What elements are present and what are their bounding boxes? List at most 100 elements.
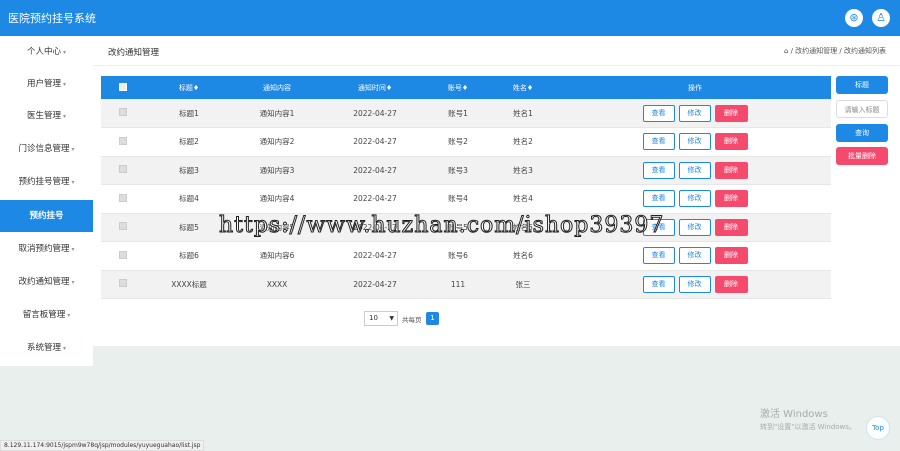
sidebar-item-doctors[interactable]: 医生管理 ▾ <box>0 100 93 132</box>
crosshair-icon[interactable]: ⊛ <box>845 9 863 27</box>
row-checkbox[interactable] <box>119 250 127 259</box>
cell-account: 账号1 <box>448 108 468 118</box>
cell-actions: 查看 修改 删除 <box>559 99 831 128</box>
chevron-down-icon: ▾ <box>71 179 75 186</box>
status-bar-url: 8.129.11.174:9015/jspm9w78q/jsp/modules/… <box>0 440 205 451</box>
cell-actions: 查看 修改 删除 <box>559 242 831 271</box>
view-button[interactable]: 查看 <box>642 133 675 151</box>
cell-actions: 查看 修改 删除 <box>559 156 831 185</box>
sidebar-item-system[interactable]: 系统管理 ▾ <box>0 332 93 364</box>
column-header-account[interactable]: 账号♦ <box>429 76 487 99</box>
title-search-input[interactable]: 请输入标题 <box>836 100 888 118</box>
sidebar-item-appointment-mgmt[interactable]: 预约挂号管理 ▾ <box>0 166 93 198</box>
sidebar-item-cancel-appointment[interactable]: 取消预约管理 ▾ <box>0 233 93 265</box>
cell-actions: 查看 修改 删除 <box>559 128 831 157</box>
row-checkbox[interactable] <box>119 136 127 145</box>
batch-delete-button[interactable]: 批量删除 <box>836 147 888 165</box>
cell-time: 2022-04-27 <box>353 194 397 204</box>
row-checkbox[interactable] <box>119 108 127 116</box>
user-icon[interactable]: ♙ <box>872 9 890 27</box>
notice-table: 标题♦ 通知内容 通知时间♦ 账号♦ 姓名♦ 操作 标题1 通知内容1 2022… <box>101 76 831 299</box>
top-bar: 医院预约挂号系统 ⊛ ♙ <box>0 0 900 36</box>
delete-button[interactable]: 删除 <box>714 133 748 151</box>
page-size-select[interactable]: 10 ▼ <box>364 311 398 326</box>
cell-name: 姓名6 <box>513 251 533 261</box>
column-header-time[interactable]: 通知时间♦ <box>321 76 429 99</box>
delete-button[interactable]: 删除 <box>714 218 748 236</box>
select-all-checkbox[interactable] <box>119 82 127 91</box>
home-icon[interactable]: ⌂ <box>784 47 788 55</box>
search-button[interactable]: 查询 <box>836 124 888 142</box>
table-row: 标题6 通知内容6 2022-04-27 账号6 姓名6 查看 修改 删除 <box>101 241 831 271</box>
chevron-down-icon: ▾ <box>71 146 75 153</box>
delete-button[interactable]: 删除 <box>714 161 748 179</box>
sidebar-item-clinic-info[interactable]: 门诊信息管理 ▾ <box>0 133 93 165</box>
edit-button[interactable]: 修改 <box>678 104 711 122</box>
column-header-actions: 操作 <box>688 83 702 92</box>
sidebar-item-users[interactable]: 用户管理 ▾ <box>0 68 93 100</box>
chevron-down-icon: ▼ <box>389 315 394 322</box>
cell-account: 账号4 <box>448 194 468 204</box>
title-filter-label: 标题 <box>836 76 888 94</box>
sidebar: 个人中心 ▾ 用户管理 ▾ 医生管理 ▾ 门诊信息管理 ▾ 预约挂号管理 ▾ 预约挂号 取… <box>0 36 93 366</box>
cell-account: 账号3 <box>448 165 468 175</box>
row-checkbox[interactable] <box>119 165 127 174</box>
chevron-down-icon: ▾ <box>71 279 75 286</box>
chevron-down-icon: ▾ <box>63 345 67 352</box>
delete-button[interactable]: 删除 <box>714 247 748 265</box>
table-header-row: 标题♦ 通知内容 通知时间♦ 账号♦ 姓名♦ 操作 <box>101 76 831 99</box>
row-checkbox[interactable] <box>119 193 127 202</box>
cell-content: 通知内容6 <box>259 251 295 261</box>
cell-actions: 查看 修改 删除 <box>559 185 831 214</box>
page-button-current[interactable]: 1 <box>426 312 439 325</box>
edit-button[interactable]: 修改 <box>678 190 711 208</box>
sidebar-item-personal-center[interactable]: 个人中心 ▾ <box>0 36 93 68</box>
view-button[interactable]: 查看 <box>642 161 675 179</box>
edit-button[interactable]: 修改 <box>678 275 711 293</box>
cell-time: 2022-04-27 <box>353 108 397 118</box>
edit-button[interactable]: 修改 <box>678 247 711 265</box>
chevron-down-icon: ▾ <box>67 312 71 319</box>
cell-content: 通知内容3 <box>259 165 295 175</box>
delete-button[interactable]: 删除 <box>714 104 748 122</box>
view-button[interactable]: 查看 <box>642 275 675 293</box>
view-button[interactable]: 查看 <box>642 190 675 208</box>
row-checkbox[interactable] <box>119 222 127 231</box>
edit-button[interactable]: 修改 <box>678 133 711 151</box>
cell-title: 标题3 <box>179 165 199 175</box>
cell-name: 张三 <box>515 279 531 289</box>
sidebar-item-message-board[interactable]: 留言板管理 ▾ <box>0 299 93 331</box>
view-button[interactable]: 查看 <box>642 104 675 122</box>
sidebar-item-reschedule-notice[interactable]: 改约通知管理 ▾ <box>0 266 93 298</box>
chevron-down-icon: ▾ <box>63 113 67 120</box>
sidebar-item-appointment[interactable]: 预约挂号 <box>0 200 93 232</box>
breadcrumb: ⌂ / 改约通知管理 / 改约通知列表 <box>784 46 886 56</box>
row-checkbox[interactable] <box>119 279 127 288</box>
view-button[interactable]: 查看 <box>642 247 675 265</box>
delete-button[interactable]: 删除 <box>714 190 748 208</box>
watermark: https://www.huzhan.com/ishop39397 <box>218 213 665 239</box>
activation-hint: 转到"设置"以激活 Windows。 <box>760 423 856 431</box>
edit-button[interactable]: 修改 <box>678 218 711 236</box>
delete-button[interactable]: 删除 <box>714 275 748 293</box>
activation-title: 激活 Windows <box>760 409 828 420</box>
column-header-title[interactable]: 标题♦ <box>145 76 233 99</box>
column-header-content: 通知内容 <box>263 83 291 92</box>
table-row: 标题1 通知内容1 2022-04-27 账号1 姓名1 查看 修改 删除 <box>101 99 831 128</box>
cell-account: 111 <box>450 279 466 289</box>
cell-title: 标题4 <box>179 194 199 204</box>
back-to-top-button[interactable]: Top <box>866 416 890 440</box>
cell-name: 姓名3 <box>513 165 533 175</box>
cell-name: 姓名2 <box>513 137 533 147</box>
page-header: 改约通知管理 ⌂ / 改约通知管理 / 改约通知列表 <box>93 36 900 66</box>
chevron-down-icon: ▾ <box>63 49 67 56</box>
edit-button[interactable]: 修改 <box>678 161 711 179</box>
cell-content: 通知内容1 <box>259 108 295 118</box>
column-header-name[interactable]: 姓名♦ <box>487 76 559 99</box>
cell-name: 姓名4 <box>513 194 533 204</box>
cell-content: 通知内容2 <box>259 137 295 147</box>
page-title: 改约通知管理 <box>108 48 160 58</box>
cell-time: 2022-04-27 <box>353 137 397 147</box>
cell-title: 标题6 <box>179 251 199 261</box>
cell-time: 2022-04-27 <box>353 279 397 289</box>
